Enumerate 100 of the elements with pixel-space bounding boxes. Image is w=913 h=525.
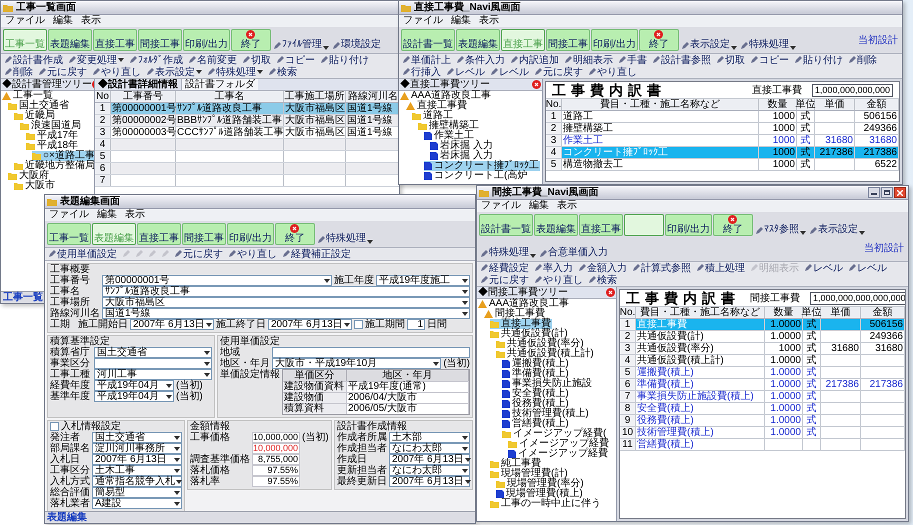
table-row[interactable]: 1 道路工 1000 式 506156	[546, 111, 899, 123]
nav-button[interactable]: 印刷/出力	[183, 29, 230, 51]
nav-button[interactable]	[624, 214, 664, 236]
table-row[interactable]: 6	[95, 163, 399, 175]
table-row[interactable]: 3 第00000003号CCCｻﾝﾌﾟﾙ道路舗装工事 大阪市福島区 国道1号線	[95, 127, 399, 139]
tree-item[interactable]: 工事の一時中止に伴う	[490, 499, 602, 509]
toolbar-button[interactable]: 貼り付け	[319, 54, 370, 66]
tree-item[interactable]: 擁壁構築工	[418, 121, 480, 131]
tree-item[interactable]: 役務費(積上)	[502, 399, 570, 409]
table-row[interactable]: 5	[95, 151, 399, 163]
nav-button[interactable]: 印刷/出力	[591, 29, 638, 51]
menu-item[interactable]: 表示	[557, 200, 577, 212]
nav-button[interactable]: 表題編集	[534, 214, 578, 236]
menu-item[interactable]: 表示	[81, 15, 101, 27]
dropdown-field[interactable]: 第00000001号	[102, 275, 332, 286]
nav-button[interactable]: 印刷/出力	[227, 223, 274, 245]
nav-button[interactable]: 設計書一覧	[479, 214, 533, 236]
toolbar-button[interactable]: 率入力	[533, 262, 574, 274]
nav-button[interactable]: 間接工事	[546, 29, 590, 51]
tree-item[interactable]: イメージアップ経費(	[502, 429, 608, 439]
nav-button[interactable]: 直接工事	[137, 223, 181, 245]
tree-item[interactable]: コンクリート擁ﾌﾞﾛｯｸ工	[424, 161, 540, 171]
table-row[interactable]: 1 直接工事費 1.0000 式 506156	[620, 319, 905, 331]
tree-item[interactable]: 営繕費(積上)	[502, 419, 570, 429]
table-row[interactable]: 4 コンクリート擁ﾌﾞﾛｯｸ工 1000 式 217386 217386	[546, 147, 899, 159]
menu-button[interactable]: 環境設定	[330, 29, 382, 51]
table-row[interactable]: 2 第00000002号BBBｻﾝﾌﾟﾙ道路舗装工事 大阪市福島区 国道1号線	[95, 115, 399, 127]
toolbar-button[interactable]: コピー	[275, 54, 316, 66]
tree-item[interactable]: 平成18年	[26, 141, 80, 151]
table-row[interactable]: 9 役務費(積上) 1.0000 式	[620, 415, 905, 427]
toolbar-button[interactable]: 積上処理	[695, 262, 746, 274]
tree-item[interactable]: 道路工	[412, 111, 454, 121]
toolbar-button[interactable]: 設計書作成	[3, 54, 64, 66]
tree-item[interactable]: 運搬費(積上)	[502, 359, 570, 369]
dropdown-field[interactable]: 2007年 6月13日	[130, 319, 214, 330]
dropdown-field[interactable]: ｻﾝﾌﾟﾙ道路改良工事	[102, 286, 470, 297]
nav-button[interactable]: 間接工事	[182, 223, 226, 245]
menu-item[interactable]: 編集	[529, 200, 549, 212]
tree-item[interactable]: 直接工事費	[406, 101, 468, 111]
dropdown-field[interactable]: 2007年 6月13日	[268, 319, 352, 330]
menu-button[interactable]: ﾌｧｲﾙ管理	[272, 29, 330, 51]
exit-button[interactable]: 終了	[712, 214, 753, 236]
exit-button[interactable]: 終了	[638, 29, 679, 51]
menu-item[interactable]: ファイル	[49, 209, 89, 221]
tree-item[interactable]: 共通仮設費(計)	[490, 329, 569, 339]
dropdown-field[interactable]: 2007年 6月13日	[389, 454, 470, 465]
tree-item[interactable]: 現場管理費(計)	[490, 469, 569, 479]
close-button[interactable]	[894, 187, 906, 198]
table-row[interactable]: 3 作業土工 1000 式 31680 31680	[546, 135, 899, 147]
table-row[interactable]: 2 擁壁構築工 1000 式 249366	[546, 123, 899, 135]
dropdown-field[interactable]: A建設	[92, 498, 182, 509]
toolbar-button[interactable]: レベル	[803, 262, 844, 274]
dropdown-field[interactable]: 通常指名競争入札	[92, 476, 182, 487]
nav-button[interactable]: 表題編集	[48, 29, 92, 51]
toolbar-button[interactable]: 元に戻す	[533, 66, 584, 78]
table-row[interactable]: 4 共通仮設費(積上計) 1.0000 式	[620, 355, 905, 367]
tree-item[interactable]: 岩床掘 入力	[430, 151, 494, 161]
toolbar-button[interactable]: 切取	[715, 54, 746, 66]
dropdown-field[interactable]: 淀川河川事務所	[92, 443, 182, 454]
toolbar-button[interactable]: 経費設定	[479, 262, 530, 274]
table-row[interactable]: 4	[95, 139, 399, 151]
menu-button[interactable]: ﾏｽﾀ参照	[754, 214, 807, 236]
dropdown-field[interactable]: 2007年 6月13日	[92, 454, 182, 465]
toolbar-button[interactable]: 検索	[587, 274, 618, 286]
table-row[interactable]: 7	[95, 175, 399, 187]
menu-item[interactable]: 編集	[53, 15, 73, 27]
dropdown-field[interactable]: 国道1号線	[102, 308, 470, 319]
toolbar-button[interactable]: 行挿入	[401, 66, 442, 78]
tree-item[interactable]: 共通仮設費(率分)	[496, 339, 585, 349]
toolbar-button[interactable]: 元に戻す	[479, 274, 530, 286]
tree-item[interactable]: 作業土工	[424, 131, 475, 141]
toolbar-button[interactable]: やり直し	[227, 248, 278, 260]
dropdown-field[interactable]: 土木部	[389, 432, 470, 443]
toolbar-button[interactable]: 削除	[3, 66, 34, 78]
toolbar-button[interactable]: やり直し	[533, 274, 584, 286]
dropdown-field[interactable]: 簡易型	[92, 487, 182, 498]
tree-item[interactable]: イメージアップ経費	[508, 439, 610, 449]
tree-item[interactable]: 大阪府	[8, 171, 50, 181]
dropdown-field[interactable]: 平成19年04月	[94, 380, 174, 391]
toolbar-button[interactable]: 計算式参照	[631, 262, 692, 274]
toolbar-button[interactable]: ﾌｫﾙﾀﾞ作成	[128, 54, 184, 66]
tree-item[interactable]: 工事一覧	[2, 91, 54, 101]
toolbar-button[interactable]: 元に戻す	[37, 66, 88, 78]
toolbar-button[interactable]: 検索	[267, 66, 298, 78]
table-row[interactable]: 6 準備費(積上) 1.0000 式 217386 217386	[620, 379, 905, 391]
tree-item[interactable]: 岩床掘 入力	[430, 141, 494, 151]
toolbar-button[interactable]: 名前変更	[187, 54, 238, 66]
table-row[interactable]: 5 運搬費(積上) 1.0000 式	[620, 367, 905, 379]
tree-item[interactable]: 事業損失防止施設	[502, 379, 593, 389]
tree-item[interactable]: AAA道路改良工事	[478, 299, 570, 309]
tree-item[interactable]: 近畿局	[14, 111, 56, 121]
checkbox[interactable]	[50, 422, 59, 431]
menu-button[interactable]: 特殊処理	[738, 29, 797, 51]
toolbar-button[interactable]: 金額入力	[577, 262, 628, 274]
menu-button[interactable]: 表示設定	[808, 214, 866, 236]
tree-item[interactable]: コンクリート工(高炉	[424, 171, 528, 181]
checkbox[interactable]	[354, 320, 363, 329]
table-row[interactable]: 2 共通仮設費(計) 1.0000 式 249366	[620, 331, 905, 343]
dropdown-field[interactable]: 河川工事	[94, 369, 212, 380]
toolbar-button[interactable]: 特殊処理	[206, 66, 264, 78]
